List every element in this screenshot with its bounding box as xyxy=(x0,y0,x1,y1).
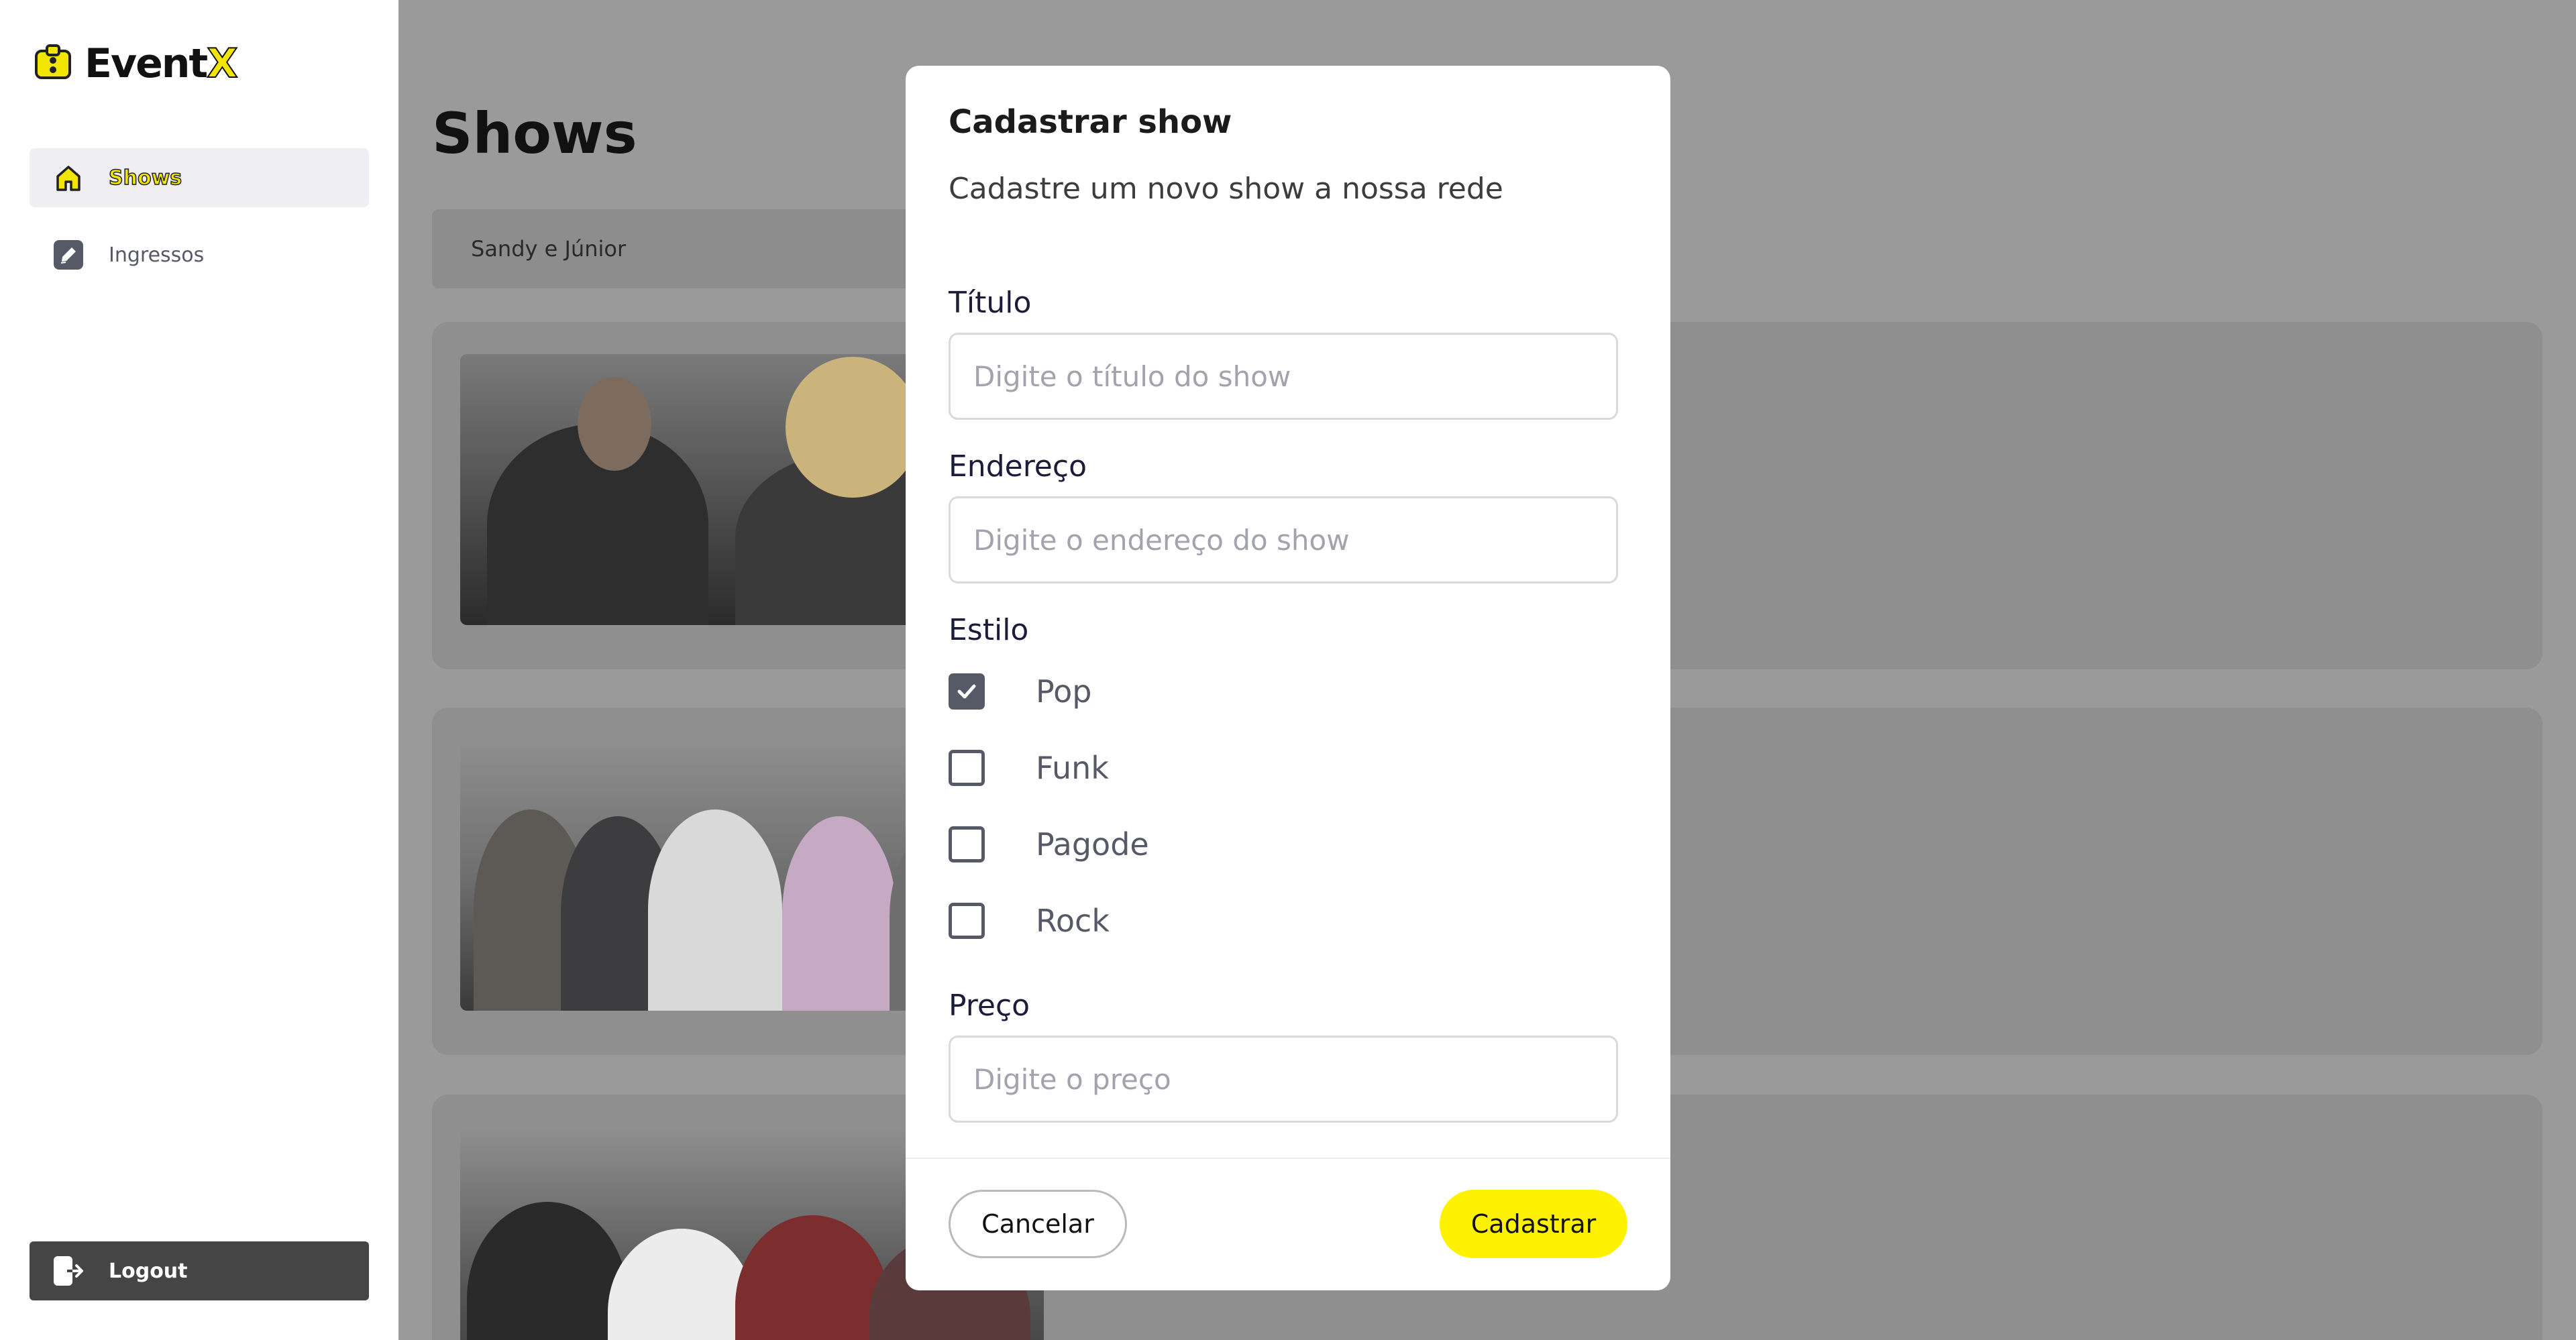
checkbox[interactable] xyxy=(949,750,985,786)
titulo-label: Título xyxy=(949,286,1032,320)
page-title: Shows xyxy=(432,101,637,166)
preco-label: Preço xyxy=(949,989,1030,1023)
modal-subtitle: Cadastre um novo show a nossa rede xyxy=(949,172,1503,206)
sidebar-item-ingressos[interactable]: Ingressos xyxy=(30,225,369,284)
preco-input[interactable] xyxy=(949,1036,1618,1123)
sidebar-item-label: Shows xyxy=(108,166,182,190)
estilo-option-label: Rock xyxy=(1036,903,1110,939)
titulo-input[interactable] xyxy=(949,333,1618,420)
modal-title: Cadastrar show xyxy=(949,103,1232,141)
estilo-label: Estilo xyxy=(949,613,1029,647)
home-icon xyxy=(51,160,86,195)
sidebar-item-shows[interactable]: Shows xyxy=(30,148,369,207)
sidebar-item-label: Ingressos xyxy=(109,243,205,267)
logout-icon xyxy=(51,1253,86,1288)
estilo-option-label: Pagode xyxy=(1036,826,1149,862)
estilo-option-label: Funk xyxy=(1036,750,1109,786)
cancel-button[interactable]: Cancelar xyxy=(949,1190,1127,1258)
estilo-option-funk[interactable]: Funk xyxy=(949,750,1109,786)
checkbox-checked[interactable] xyxy=(949,673,985,710)
estilo-option-label: Pop xyxy=(1036,673,1092,710)
checkbox[interactable] xyxy=(949,903,985,939)
logo-text: EventX xyxy=(85,40,238,88)
estilo-option-pagode[interactable]: Pagode xyxy=(949,826,1149,862)
sidebar: EventX Shows Ingressos Logout xyxy=(0,0,398,1340)
logout-button[interactable]: Logout xyxy=(30,1241,369,1300)
endereco-input[interactable] xyxy=(949,496,1618,583)
endereco-label: Endereço xyxy=(949,449,1087,484)
app-logo[interactable]: EventX xyxy=(32,40,238,88)
estilo-option-pop[interactable]: Pop xyxy=(949,673,1091,710)
create-show-modal: Cadastrar show Cadastre um novo show a n… xyxy=(906,66,1670,1290)
submit-button[interactable]: Cadastrar xyxy=(1440,1190,1627,1258)
modal-footer-divider xyxy=(906,1158,1670,1159)
checkbox[interactable] xyxy=(949,826,985,862)
check-icon xyxy=(957,684,976,699)
logout-label: Logout xyxy=(109,1259,188,1283)
estilo-option-rock[interactable]: Rock xyxy=(949,903,1110,939)
edit-icon xyxy=(51,237,86,272)
ticket-logo-icon xyxy=(35,44,71,79)
